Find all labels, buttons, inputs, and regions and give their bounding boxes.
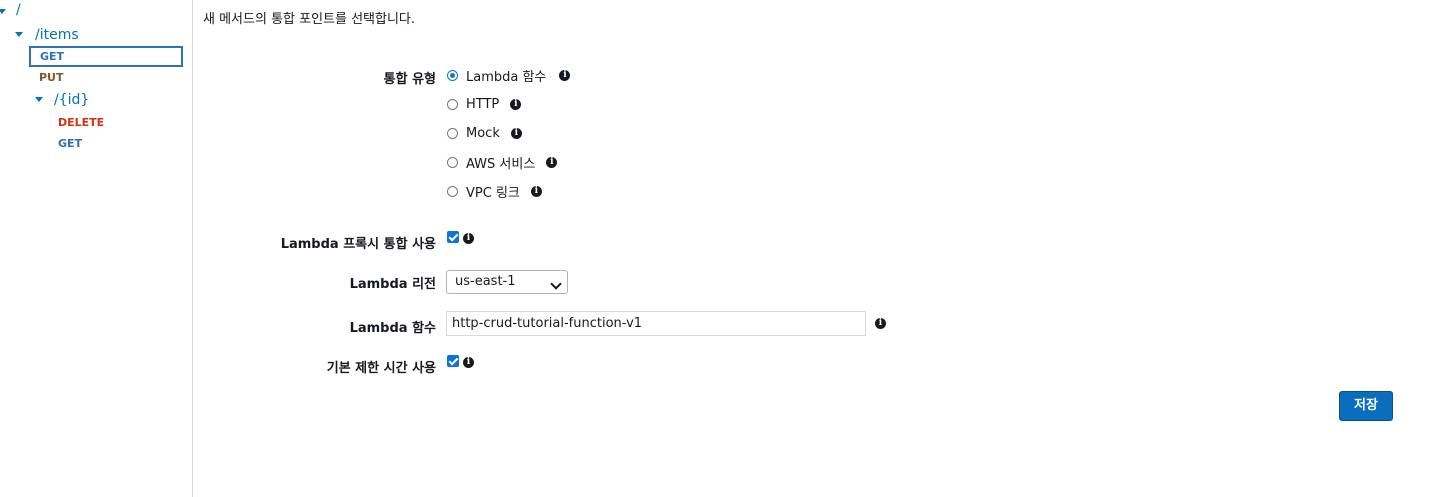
info-icon[interactable]: i [530,185,542,197]
save-button[interactable]: 저장 [1339,391,1393,421]
integration-type-label: 통합 유형 [383,72,436,87]
caret-down-icon[interactable] [35,97,43,102]
integration-setup-panel: 새 메서드의 통합 포인트를 선택합니다. 통합 유형 Lambda 함수 i … [193,0,1434,497]
info-icon[interactable]: i [463,233,474,244]
tree-items-put[interactable]: PUT [39,70,64,86]
radio-label-lambda: Lambda 함수 [466,69,547,85]
tree-root-path[interactable]: / [16,2,21,18]
lambda-function-label: Lambda 함수 [349,321,436,336]
proxy-integration-label: Lambda 프록시 통합 사용 [280,237,436,252]
info-icon[interactable]: i [463,357,474,368]
tree-id-path[interactable]: /{id} [54,92,89,108]
radio-label-http: HTTP [466,96,500,112]
integration-option-http[interactable]: HTTP i [447,95,522,113]
proxy-integration-checkbox[interactable] [447,231,459,243]
radio-label-mock: Mock [466,125,500,141]
intro-text: 새 메서드의 통합 포인트를 선택합니다. [203,12,416,27]
tree-items-get[interactable]: GET [40,49,64,65]
info-icon[interactable]: i [559,69,571,81]
lambda-function-input[interactable]: http-crud-tutorial-function-v1 [446,311,866,336]
integration-option-mock[interactable]: Mock i [447,124,522,142]
radio-vpc-link[interactable] [447,185,458,197]
integration-option-vpc-link[interactable]: VPC 링크 i [447,182,542,201]
info-icon[interactable]: i [546,156,558,168]
caret-down-icon[interactable] [15,32,23,37]
lambda-region-label: Lambda 리전 [349,277,436,292]
default-timeout-checkbox[interactable] [447,355,459,367]
radio-label-aws-service: AWS 서비스 [466,156,536,172]
tree-id-delete[interactable]: DELETE [58,115,104,131]
integration-option-aws-service[interactable]: AWS 서비스 i [447,153,558,172]
lambda-region-value: us-east-1 [455,274,516,289]
tree-items-path[interactable]: /items [35,27,79,43]
radio-label-vpc-link: VPC 링크 [466,185,520,201]
radio-lambda[interactable] [447,69,458,81]
caret-down-icon[interactable] [0,9,6,14]
default-timeout-label: 기본 제한 시간 사용 [326,361,436,376]
chevron-down-icon [550,278,562,290]
radio-http[interactable] [447,98,458,110]
lambda-region-select[interactable]: us-east-1 [446,270,568,294]
tree-id-get[interactable]: GET [58,136,82,152]
info-icon[interactable]: i [510,98,522,110]
info-icon[interactable]: i [875,318,886,329]
integration-option-lambda[interactable]: Lambda 함수 i [447,66,571,85]
radio-aws-service[interactable] [447,156,458,168]
radio-mock[interactable] [447,127,458,139]
info-icon[interactable]: i [510,127,522,139]
